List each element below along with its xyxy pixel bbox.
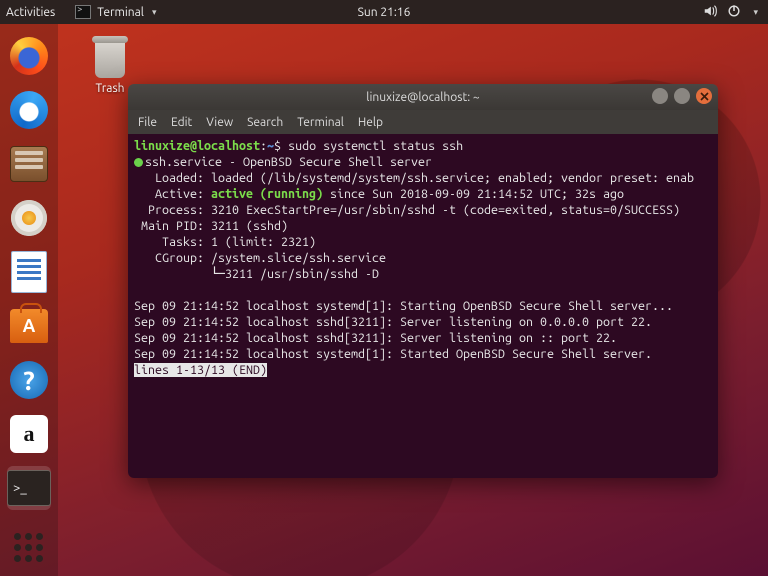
log-line: Sep 09 21:14:52 localhost systemd[1]: St…: [134, 346, 712, 362]
menu-terminal[interactable]: Terminal: [297, 116, 344, 129]
service-line: ssh.service - OpenBSD Secure Shell serve…: [145, 155, 432, 169]
log-line: Sep 09 21:14:52 localhost systemd[1]: St…: [134, 298, 712, 314]
software-icon: [10, 309, 48, 343]
show-applications-button[interactable]: [14, 533, 43, 562]
window-title: linuxize@localhost: ~: [366, 91, 479, 104]
maximize-button[interactable]: [674, 88, 690, 104]
pager-status: lines 1-13/13 (END): [134, 363, 267, 377]
menu-edit[interactable]: Edit: [171, 116, 192, 129]
log-line: Sep 09 21:14:52 localhost sshd[3211]: Se…: [134, 314, 712, 330]
terminal-window: linuxize@localhost: ~ File Edit View Sea…: [128, 84, 718, 478]
command: sudo systemctl status ssh: [288, 139, 463, 153]
dock: ? a >_: [0, 24, 58, 576]
top-bar: Activities Terminal ▾ Sun 21:16 ▾: [0, 0, 768, 24]
log-line: Sep 09 21:14:52 localhost sshd[3211]: Se…: [134, 330, 712, 346]
chevron-down-icon[interactable]: ▾: [753, 7, 758, 18]
cgroup-line: CGroup: /system.slice/ssh.service: [134, 250, 712, 266]
mainpid-line: Main PID: 3211 (sshd): [134, 218, 712, 234]
active-state: active (running): [211, 187, 323, 201]
dock-rhythmbox[interactable]: [7, 196, 51, 240]
process-line: Process: 3210 ExecStartPre=/usr/sbin/ssh…: [134, 202, 712, 218]
dock-terminal[interactable]: >_: [7, 466, 51, 510]
app-menu-label[interactable]: Terminal: [97, 6, 144, 19]
trash-icon: [91, 34, 129, 78]
terminal-body[interactable]: linuxize@localhost:~$ sudo systemctl sta…: [128, 134, 718, 478]
menu-help[interactable]: Help: [358, 116, 383, 129]
help-icon: ?: [10, 361, 48, 399]
cgroup-tree: └─3211 /usr/sbin/sshd -D: [134, 266, 712, 282]
loaded-line: Loaded: loaded (/lib/systemd/system/ssh.…: [134, 170, 712, 186]
dock-help[interactable]: ?: [7, 358, 51, 402]
menu-bar: File Edit View Search Terminal Help: [128, 110, 718, 134]
terminal-icon: >_: [7, 470, 51, 506]
dock-amazon[interactable]: a: [7, 412, 51, 456]
firefox-icon: [10, 37, 48, 75]
clock[interactable]: Sun 21:16: [358, 6, 411, 19]
terminal-icon: [75, 5, 91, 19]
dock-firefox[interactable]: [7, 34, 51, 78]
rhythmbox-icon: [11, 200, 47, 236]
prompt-path: ~: [267, 139, 274, 153]
volume-icon[interactable]: [703, 4, 717, 21]
files-icon: [10, 146, 48, 182]
menu-view[interactable]: View: [206, 116, 233, 129]
dock-files[interactable]: [7, 142, 51, 186]
menu-file[interactable]: File: [138, 116, 157, 129]
activities-button[interactable]: Activities: [6, 6, 55, 19]
thunderbird-icon: [10, 91, 48, 129]
dock-software[interactable]: [7, 304, 51, 348]
dock-writer[interactable]: [7, 250, 51, 294]
prompt-user: linuxize@localhost: [134, 139, 260, 153]
minimize-button[interactable]: [652, 88, 668, 104]
chevron-down-icon: ▾: [152, 7, 157, 18]
status-dot-icon: [134, 158, 143, 167]
amazon-icon: a: [10, 415, 48, 453]
dock-thunderbird[interactable]: [7, 88, 51, 132]
power-icon[interactable]: [727, 4, 741, 21]
window-titlebar[interactable]: linuxize@localhost: ~: [128, 84, 718, 110]
menu-search[interactable]: Search: [247, 116, 283, 129]
desktop: Activities Terminal ▾ Sun 21:16 ▾ ? a >_: [0, 0, 768, 576]
tasks-line: Tasks: 1 (limit: 2321): [134, 234, 712, 250]
writer-icon: [11, 251, 47, 293]
close-button[interactable]: [696, 88, 712, 104]
